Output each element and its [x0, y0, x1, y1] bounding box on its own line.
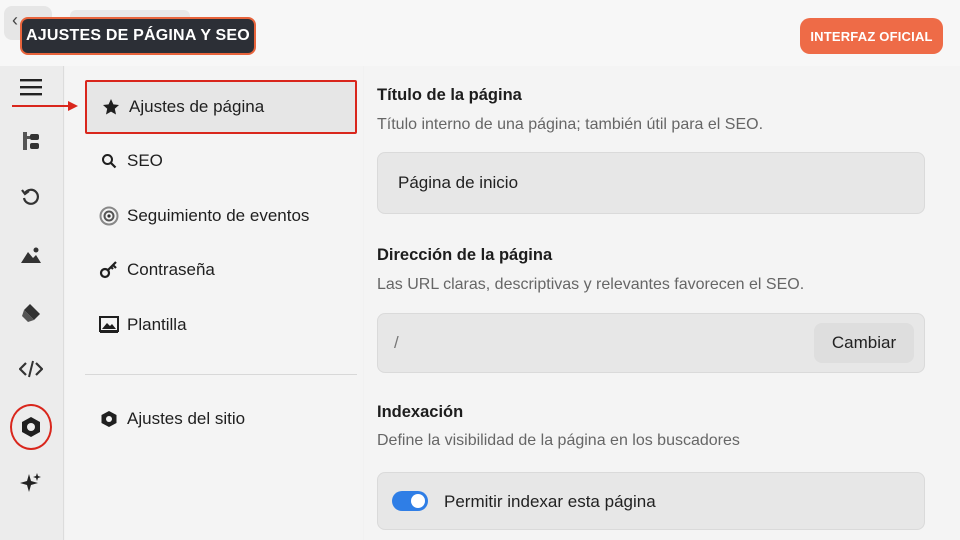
nav-item-label: Contraseña	[127, 260, 215, 279]
nav-item-label: Ajustes de página	[129, 97, 265, 116]
page-title-description: Título interno de una página; también út…	[377, 116, 764, 133]
top-bar: ‹ AJUSTES DE PÁGINA Y SEO INTERFAZ OFICI…	[0, 0, 960, 66]
hexagon-icon	[91, 410, 127, 428]
nav-item-label: Ajustes del sitio	[127, 409, 246, 428]
nav-item-label: Plantilla	[127, 315, 187, 334]
official-interface-button[interactable]: INTERFAZ OFICIAL	[800, 18, 943, 54]
sparkle-icon[interactable]	[10, 462, 52, 504]
brush-icon[interactable]	[10, 292, 52, 334]
nav-item-event-tracking[interactable]: Seguimiento de eventos	[85, 192, 357, 240]
nav-item-password[interactable]: Contraseña	[85, 246, 357, 294]
target-icon	[91, 206, 127, 226]
star-icon	[93, 98, 129, 116]
page-title-heading: Título de la página	[377, 86, 522, 104]
page-slug-value: /	[394, 333, 399, 352]
page-address-field: / Cambiar	[377, 313, 925, 373]
history-icon[interactable]	[10, 176, 52, 218]
settings-hex-icon[interactable]	[10, 406, 52, 448]
pointer-arrow-icon	[12, 101, 78, 111]
layers-icon[interactable]	[10, 120, 52, 162]
indexing-toggle-row: Permitir indexar esta página	[377, 472, 925, 530]
nav-item-label: SEO	[127, 151, 163, 170]
indexing-toggle[interactable]	[392, 491, 428, 511]
template-icon	[91, 316, 127, 334]
search-icon	[91, 153, 127, 169]
code-icon[interactable]	[10, 348, 52, 390]
nav-item-seo[interactable]: SEO	[85, 137, 357, 185]
key-icon	[91, 260, 127, 280]
page-address-description: Las URL claras, descriptivas y relevante…	[377, 276, 805, 293]
nav-item-template[interactable]: Plantilla	[85, 301, 357, 349]
nav-item-page-settings[interactable]: Ajustes de página	[85, 80, 357, 134]
settings-nav: Ajustes de página SEO Seguimiento de eve…	[65, 66, 363, 540]
nav-item-site-settings[interactable]: Ajustes del sitio	[85, 395, 357, 443]
chevron-left-icon: ‹	[12, 10, 18, 30]
page-title-value: Página de inicio	[398, 173, 519, 192]
page-badge: AJUSTES DE PÁGINA Y SEO	[20, 17, 256, 55]
nav-divider	[85, 374, 357, 375]
nav-item-label: Seguimiento de eventos	[127, 206, 310, 225]
page-address-heading: Dirección de la página	[377, 246, 553, 264]
indexing-description: Define la visibilidad de la página en lo…	[377, 432, 740, 449]
main-panel: Título de la página Título interno de un…	[364, 66, 960, 540]
indexing-heading: Indexación	[377, 403, 464, 421]
page-title-input[interactable]: Página de inicio	[377, 152, 925, 214]
icon-rail	[0, 66, 64, 540]
image-icon[interactable]	[10, 234, 52, 276]
toggle-knob	[411, 494, 425, 508]
indexing-toggle-label: Permitir indexar esta página	[444, 492, 656, 511]
change-address-button[interactable]: Cambiar	[814, 323, 914, 363]
